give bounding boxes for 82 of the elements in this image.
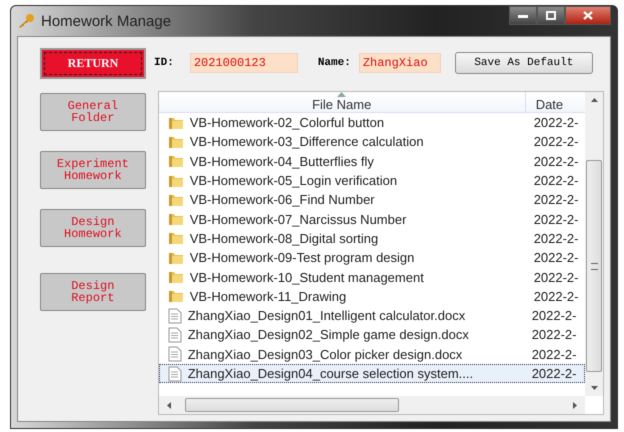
close-button[interactable] [565, 6, 611, 25]
window-title: Homework Manage [41, 12, 172, 30]
folder-icon [168, 270, 184, 284]
folder-icon [168, 212, 184, 226]
scroll-thumb[interactable] [586, 160, 602, 372]
file-date: 2022-2- [534, 288, 578, 304]
folder-icon [168, 192, 184, 207]
scroll-right-icon [573, 402, 577, 408]
file-date: 2022-2- [534, 212, 578, 227]
horizontal-scrollbar[interactable] [158, 396, 585, 414]
file-name: VB-Homework-05_Login verification [190, 173, 398, 188]
name-label: Name: [318, 57, 351, 69]
folder-icon [168, 289, 184, 304]
file-name: VB-Homework-06_Find Number [190, 192, 376, 208]
maximize-icon [546, 11, 556, 20]
file-row[interactable]: VB-Homework-07_Narcissus Number 2022-2- [158, 209, 585, 229]
file-row[interactable]: ZhangXiao_Design04_course selection system.... 2022-2- [158, 364, 585, 384]
file-name: VB-Homework-09-Test program design [190, 250, 416, 266]
file-row[interactable]: VB-Homework-02_Colorful button 2022-2- [158, 113, 585, 132]
id-field[interactable]: 2021000123 [190, 53, 298, 73]
file-name: ZhangXiao_Design04_course selection system.... [188, 366, 474, 381]
file-name: ZhangXiao_Design02_Simple game design.docx [188, 327, 470, 342]
file-row[interactable]: VB-Homework-09-Test program design 2022-2- [158, 248, 585, 268]
document-icon [168, 308, 182, 324]
file-name: ZhangXiao_Design03_Color picker design.docx [188, 346, 464, 362]
file-date: 2022-2- [532, 308, 576, 324]
vertical-scrollbar[interactable] [585, 92, 603, 396]
key-icon [17, 13, 35, 29]
sort-arrow-icon [336, 92, 346, 97]
file-row[interactable]: VB-Homework-06_Find Number 2022-2- [158, 190, 585, 210]
file-name: VB-Homework-02_Colorful button [190, 115, 386, 130]
file-name: VB-Homework-04_Butterflies fly [190, 154, 375, 169]
file-name: VB-Homework-03_Difference calculation [190, 134, 425, 150]
file-date: 2022-2- [534, 154, 578, 169]
file-row[interactable]: ZhangXiao_Design03_Color picker design.docx 2022-2- [158, 344, 585, 364]
file-row[interactable]: VB-Homework-04_Butterflies fly 2022-2- [158, 152, 585, 171]
file-name: VB-Homework-10_Student management [190, 270, 425, 285]
file-date: 2022-2- [534, 230, 578, 246]
file-name: ZhangXiao_Design01_Intelligent calculator.docx [188, 308, 466, 324]
file-row[interactable]: VB-Homework-03_Difference calculation 2022-2- [158, 132, 585, 152]
folder-icon [168, 154, 184, 168]
scroll-down-icon [590, 386, 598, 390]
file-name: VB-Homework-08_Digital sorting [190, 230, 380, 246]
column-header[interactable]: File Name [158, 92, 526, 112]
file-date: 2022-2- [534, 173, 578, 188]
file-row[interactable]: VB-Homework-08_Digital sorting 2022-2- [158, 228, 585, 248]
file-row[interactable]: VB-Homework-05_Login verification 2022-2- [158, 170, 585, 190]
file-date: 2022-2- [532, 366, 576, 381]
file-date: 2022-2- [532, 346, 576, 362]
folder-icon [168, 116, 184, 130]
column-header[interactable]: Date [526, 92, 564, 112]
folder-icon [168, 134, 184, 149]
file-row[interactable]: ZhangXiao_Design01_Intelligent calculator.docx 2022-2- [158, 306, 585, 326]
file-row[interactable]: VB-Homework-10_Student management 2022-2- [158, 267, 585, 287]
file-date: 2022-2- [534, 192, 578, 208]
document-icon [168, 366, 182, 382]
maximize-button[interactable] [537, 6, 565, 25]
file-name: VB-Homework-11_Drawing [190, 288, 348, 304]
file-row[interactable]: VB-Homework-11_Drawing 2022-2- [158, 286, 585, 306]
scroll-up-icon [590, 98, 598, 102]
file-date: 2022-2- [534, 270, 578, 285]
id-label: ID: [154, 57, 174, 69]
folder-icon [168, 250, 184, 265]
save-default-button[interactable]: Save As Default [454, 52, 593, 74]
minimize-icon [518, 14, 528, 18]
file-name: VB-Homework-07_Narcissus Number [190, 212, 408, 227]
scroll-thumb[interactable] [184, 398, 399, 412]
file-date: 2022-2- [534, 115, 578, 130]
grip-icon [590, 262, 598, 270]
document-icon [168, 346, 182, 362]
scroll-left-icon [166, 402, 171, 408]
close-icon [583, 11, 593, 20]
return-button[interactable]: RETURN [40, 48, 146, 78]
file-date: 2022-2- [532, 327, 576, 342]
name-field[interactable]: ZhangXiao [358, 53, 441, 73]
file-date: 2022-2- [534, 134, 578, 150]
minimize-button[interactable] [509, 6, 537, 25]
file-row[interactable]: ZhangXiao_Design02_Simple game design.docx 2022-2- [158, 325, 585, 345]
folder-icon [168, 231, 184, 246]
folder-icon [168, 174, 184, 188]
file-date: 2022-2- [534, 250, 578, 266]
document-icon [168, 326, 182, 343]
